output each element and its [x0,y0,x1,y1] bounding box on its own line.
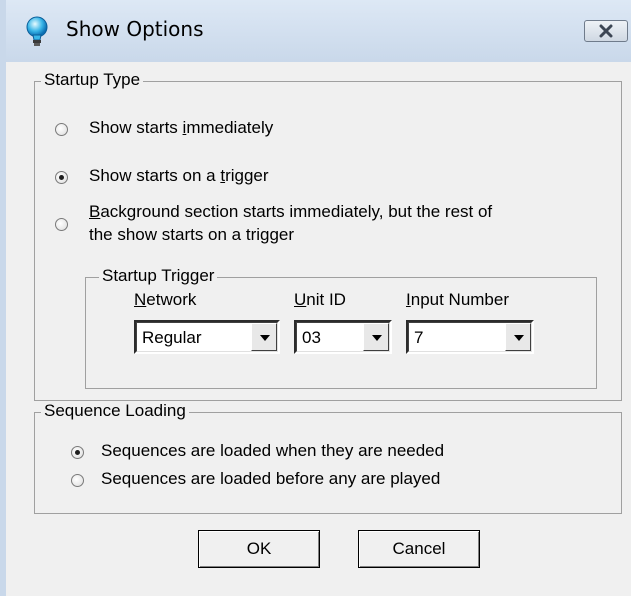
close-button[interactable] [584,20,628,42]
lightbulb-icon [24,16,52,48]
input-number-select-value: 7 [414,328,424,347]
close-icon [599,24,613,38]
network-select[interactable]: Regular [134,320,280,354]
unit-id-label: Unit ID [294,290,346,309]
network-label: Network [134,290,197,309]
sequence-loading-group: Sequence Loading Sequences are loaded wh… [34,401,622,514]
chevron-down-icon[interactable] [251,323,277,351]
radio-button[interactable] [55,123,68,136]
input-number-label: Input Number [406,290,510,309]
title-bar[interactable]: Show Options [6,0,631,62]
startup-trigger-group: Startup Trigger Network Unit ID Input Nu… [85,266,597,389]
cancel-button[interactable]: Cancel [358,530,480,568]
show-options-dialog: Show Options Startup Type Show starts im… [0,0,631,596]
startup-type-group: Startup Type Show starts immediately Sho… [34,70,622,401]
radio-button[interactable] [55,171,68,184]
chevron-down-icon[interactable] [363,323,389,351]
unit-id-select[interactable]: 03 [294,320,392,354]
radio-label[interactable]: Sequences are loaded when they are neede… [101,441,444,461]
startup-type-legend: Startup Type [41,70,144,90]
window-title: Show Options [66,17,204,41]
radio-label[interactable]: Sequences are loaded before any are play… [101,469,440,489]
chevron-down-icon[interactable] [505,323,531,351]
radio-button[interactable] [71,474,84,487]
radio-button[interactable] [71,446,84,459]
input-number-select[interactable]: 7 [406,320,534,354]
dialog-client-area: Startup Type Show starts immediately Sho… [12,62,631,596]
radio-label[interactable]: Show starts on a trigger [89,166,269,186]
unit-id-select-value: 03 [302,328,321,347]
startup-trigger-legend: Startup Trigger [99,266,218,286]
radio-button[interactable] [55,218,68,231]
radio-label[interactable]: Show starts immediately [89,118,273,138]
sequence-loading-legend: Sequence Loading [41,401,189,421]
ok-button[interactable]: OK [198,530,320,568]
radio-label[interactable]: Background section starts immediately, b… [89,200,492,246]
network-select-value: Regular [142,328,202,347]
